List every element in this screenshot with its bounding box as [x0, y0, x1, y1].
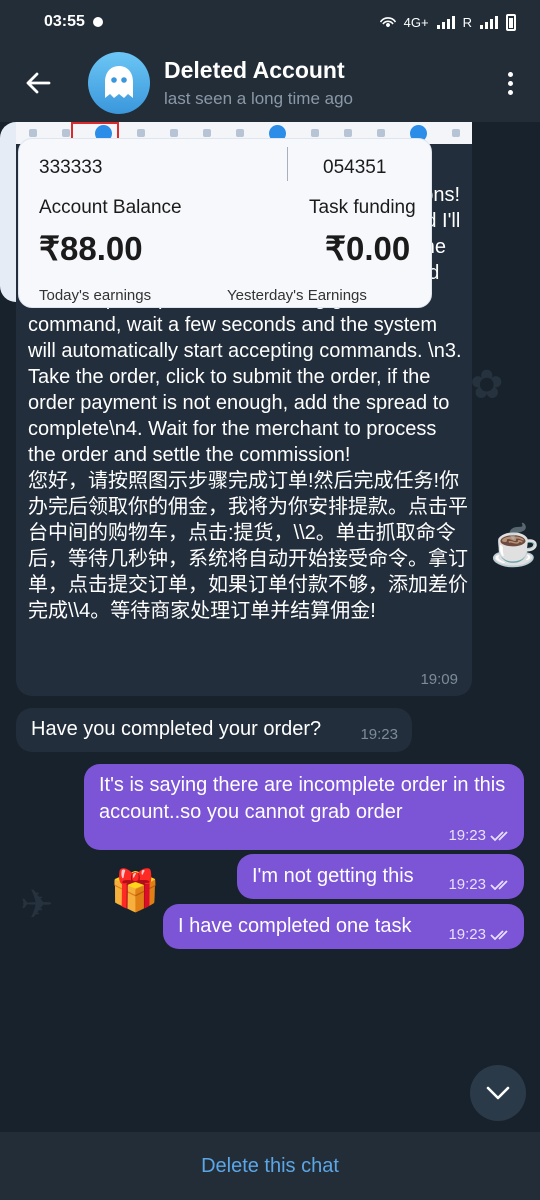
- signal-icon-2: [480, 15, 498, 29]
- card-id-right: 054351: [323, 157, 387, 178]
- account-balance-amount: ₹88.00: [39, 230, 143, 267]
- status-time: 03:55: [44, 13, 85, 30]
- message-text: It's is saying there are incomplete orde…: [99, 774, 506, 823]
- pattern-icon: 🎁: [110, 869, 160, 913]
- pattern-icon: ☕: [490, 524, 540, 568]
- menu-dot-icon: [507, 80, 513, 86]
- bottom-bar: Delete this chat: [0, 1132, 540, 1200]
- order-icon: [235, 129, 244, 137]
- double-check-icon: [490, 830, 508, 841]
- more-options-button[interactable]: [480, 44, 540, 122]
- account-card: 333333 054351 Account Balance Task fundi…: [18, 138, 432, 308]
- menu-dot-icon: [507, 89, 513, 95]
- mine-icon: [343, 129, 352, 137]
- service-icon: [310, 129, 319, 137]
- status-indicators: 4G+ R: [379, 13, 516, 31]
- mine-icon: [451, 129, 460, 137]
- home-icon: [28, 129, 37, 137]
- mine-icon: [169, 129, 178, 137]
- message-meta: 19:23: [448, 926, 512, 943]
- arrow-left-icon: [26, 72, 51, 94]
- account-balance-label: Account Balance: [39, 197, 182, 218]
- double-check-icon: [490, 929, 508, 940]
- message-meta: 19:23: [448, 827, 512, 844]
- message-bubble-outgoing[interactable]: It's is saying there are incomplete orde…: [84, 764, 524, 850]
- message-time: 19:09: [420, 671, 458, 688]
- status-bar: 03:55 4G+ R: [0, 0, 540, 44]
- message-text: I have completed one task: [178, 915, 412, 937]
- chat-notification-icon: [92, 17, 103, 27]
- chat-area[interactable]: ✿ ☕ ✈ 🎁 Hello, please follow the illustr…: [0, 122, 540, 1132]
- todays-earnings-label: Today's earnings: [39, 287, 152, 304]
- scroll-down-button[interactable]: [470, 1065, 526, 1121]
- signal-icon: [436, 15, 455, 29]
- back-button[interactable]: [0, 44, 76, 122]
- roaming-indicator: R: [462, 14, 472, 30]
- pattern-icon: ✿: [470, 363, 504, 407]
- message-meta: 19:23: [448, 876, 512, 893]
- message-time: 19:23: [448, 827, 486, 844]
- last-seen-status: last seen a long time ago: [164, 89, 354, 108]
- hotspot-icon: [379, 17, 396, 27]
- contact-name: Deleted Account: [164, 57, 345, 83]
- task-funding-amount: ₹0.00: [325, 230, 411, 267]
- message-bubble-outgoing[interactable]: I'm not getting this 19:23: [237, 854, 524, 899]
- message-time: 19:23: [448, 876, 486, 893]
- yesterdays-earnings-label: Yesterday's Earnings: [227, 287, 367, 304]
- card-id-left: 333333: [39, 157, 103, 178]
- home-icon: [202, 129, 211, 137]
- image-message[interactable]: 333333 054351 Account Balance Task fundi…: [0, 122, 454, 308]
- home-icon: [376, 129, 385, 137]
- battery-icon: [506, 13, 516, 31]
- message-bubble-incoming[interactable]: Have you completed your order? 19:23: [16, 708, 412, 752]
- ghost-icon: [105, 66, 133, 98]
- message-text: Have you completed your order?: [31, 718, 322, 740]
- message-text: I'm not getting this: [252, 865, 414, 887]
- task-funding-label: Task funding: [309, 197, 416, 218]
- delete-chat-button[interactable]: Delete this chat: [201, 1155, 339, 1178]
- double-check-icon: [490, 879, 508, 890]
- pattern-icon: ✈: [20, 883, 54, 927]
- order-icon: [61, 129, 70, 137]
- network-type: 4G+: [403, 14, 429, 30]
- header-text[interactable]: Deleted Account last seen a long time ag…: [164, 57, 353, 109]
- avatar[interactable]: [88, 52, 150, 114]
- chat-header: Deleted Account last seen a long time ag…: [0, 44, 540, 122]
- service-icon: [136, 129, 145, 137]
- card-divider: [287, 147, 288, 181]
- message-time: 19:23: [360, 726, 398, 743]
- message-bubble-outgoing[interactable]: I have completed one task 19:23: [163, 904, 524, 949]
- menu-dot-icon: [507, 71, 513, 77]
- chevron-down-icon: [486, 1086, 510, 1100]
- message-time: 19:23: [448, 926, 486, 943]
